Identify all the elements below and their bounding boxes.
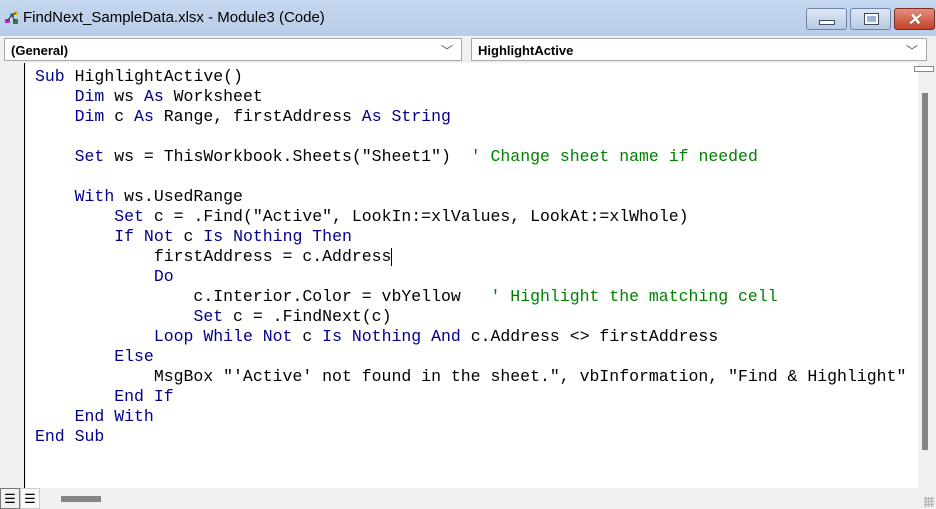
code-text: c xyxy=(292,327,323,346)
code-keyword: As xyxy=(143,87,164,106)
code-text: Worksheet xyxy=(163,87,263,106)
procedure-view-icon: ☰ xyxy=(4,491,16,506)
code-comment: ' Highlight the matching cell xyxy=(490,287,778,306)
text-caret xyxy=(391,247,393,266)
code-text: Range, firstAddress xyxy=(153,107,362,126)
code-keyword: Dim xyxy=(74,107,105,126)
code-line: With ws.UsedRange xyxy=(35,187,918,207)
code-keyword: Dim xyxy=(74,87,105,106)
code-text: c xyxy=(104,107,135,126)
code-keyword: End With xyxy=(74,407,154,426)
procedure-dropdown-value: HighlightActive xyxy=(478,43,574,58)
chevron-down-icon: ﹀ xyxy=(905,44,918,58)
code-keyword: Is Nothing Then xyxy=(203,227,352,246)
maximize-icon xyxy=(864,13,879,25)
code-line: End If xyxy=(35,387,918,407)
code-line: End With xyxy=(35,407,918,427)
code-line: Dim ws As Worksheet xyxy=(35,87,918,107)
code-line: Dim c As Range, firstAddress As String xyxy=(35,107,918,127)
combo-row: (General) ﹀ HighlightActive ﹀ xyxy=(0,36,936,63)
split-bar[interactable] xyxy=(914,66,934,72)
margin-indicator-bar[interactable] xyxy=(0,63,25,488)
code-line: End Sub xyxy=(35,427,918,447)
procedure-dropdown[interactable]: HighlightActive ﹀ xyxy=(471,38,927,61)
vertical-scroll-thumb[interactable] xyxy=(922,93,928,450)
code-line: Loop While Not c Is Nothing And c.Addres… xyxy=(35,327,918,347)
code-keyword: End If xyxy=(114,387,174,406)
code-text: c = .Find("Active", LookIn:=xlValues, Lo… xyxy=(143,207,689,226)
code-keyword: If Not xyxy=(114,227,174,246)
code-line: Else xyxy=(35,347,918,367)
code-text: ws = ThisWorkbook.Sheets("Sheet1") xyxy=(104,147,471,166)
code-line: MsgBox "'Active' not found in the sheet.… xyxy=(35,367,918,387)
object-dropdown-value: (General) xyxy=(11,43,69,58)
code-keyword: End Sub xyxy=(35,427,105,446)
code-line: Set ws = ThisWorkbook.Sheets("Sheet1") '… xyxy=(35,147,918,167)
code-text: c.Interior.Color = vbYellow xyxy=(35,287,491,306)
minimize-icon xyxy=(819,20,835,25)
code-comment: ' Change sheet name if needed xyxy=(470,147,758,166)
resize-grip-icon[interactable] xyxy=(924,497,934,507)
code-text: HighlightActive() xyxy=(64,67,243,86)
code-text: c = .FindNext(c) xyxy=(223,307,392,326)
code-keyword: Do xyxy=(153,267,174,286)
code-keyword: As xyxy=(134,107,154,126)
bottom-bar: ☰ ☰ xyxy=(0,488,936,509)
code-keyword: Set xyxy=(114,207,144,226)
code-keyword: Set xyxy=(193,307,224,326)
code-keyword: Sub xyxy=(35,67,65,86)
vertical-scrollbar[interactable] xyxy=(914,63,936,488)
code-text: MsgBox "'Active' not found in the sheet.… xyxy=(35,367,907,386)
procedure-view-button[interactable]: ☰ xyxy=(0,488,20,509)
code-line: c.Interior.Color = vbYellow ' Highlight … xyxy=(35,287,918,307)
chevron-down-icon: ﹀ xyxy=(440,44,453,58)
code-text: ws xyxy=(104,87,144,106)
code-line: Set c = .Find("Active", LookIn:=xlValues… xyxy=(35,207,918,227)
code-line: If Not c Is Nothing Then xyxy=(35,227,918,247)
window-title: FindNext_SampleData.xlsx - Module3 (Code… xyxy=(23,9,325,26)
full-module-view-icon: ☰ xyxy=(24,491,36,506)
code-line: Sub HighlightActive() xyxy=(35,67,918,87)
horizontal-scroll-thumb[interactable] xyxy=(61,496,101,502)
full-module-view-button[interactable]: ☰ xyxy=(20,488,40,509)
code-line: Set c = .FindNext(c) xyxy=(35,307,918,327)
title-bar: FindNext_SampleData.xlsx - Module3 (Code… xyxy=(0,0,936,36)
code-line: firstAddress = c.Address xyxy=(35,247,918,267)
code-keyword: Loop While Not xyxy=(153,327,293,346)
code-editor[interactable]: Sub HighlightActive() Dim ws As Workshee… xyxy=(26,63,918,488)
code-keyword: Set xyxy=(74,147,105,166)
object-dropdown[interactable]: (General) ﹀ xyxy=(4,38,462,61)
close-icon: ✕ xyxy=(907,10,922,29)
code-line: Do xyxy=(35,267,918,287)
code-keyword: Is Nothing And xyxy=(322,327,461,346)
minimize-button[interactable] xyxy=(806,8,847,30)
maximize-button[interactable] xyxy=(850,8,891,30)
code-keyword: With xyxy=(74,187,115,206)
code-text: c.Address <> firstAddress xyxy=(460,327,719,346)
code-text: firstAddress = c.Address xyxy=(35,247,392,266)
code-text: c xyxy=(173,227,204,246)
code-text: ws.UsedRange xyxy=(114,187,243,206)
code-keyword: Else xyxy=(114,347,154,366)
code-keyword: String xyxy=(391,107,451,126)
code-keyword: As xyxy=(361,107,382,126)
vba-project-icon xyxy=(5,11,18,24)
close-button[interactable]: ✕ xyxy=(894,8,935,30)
